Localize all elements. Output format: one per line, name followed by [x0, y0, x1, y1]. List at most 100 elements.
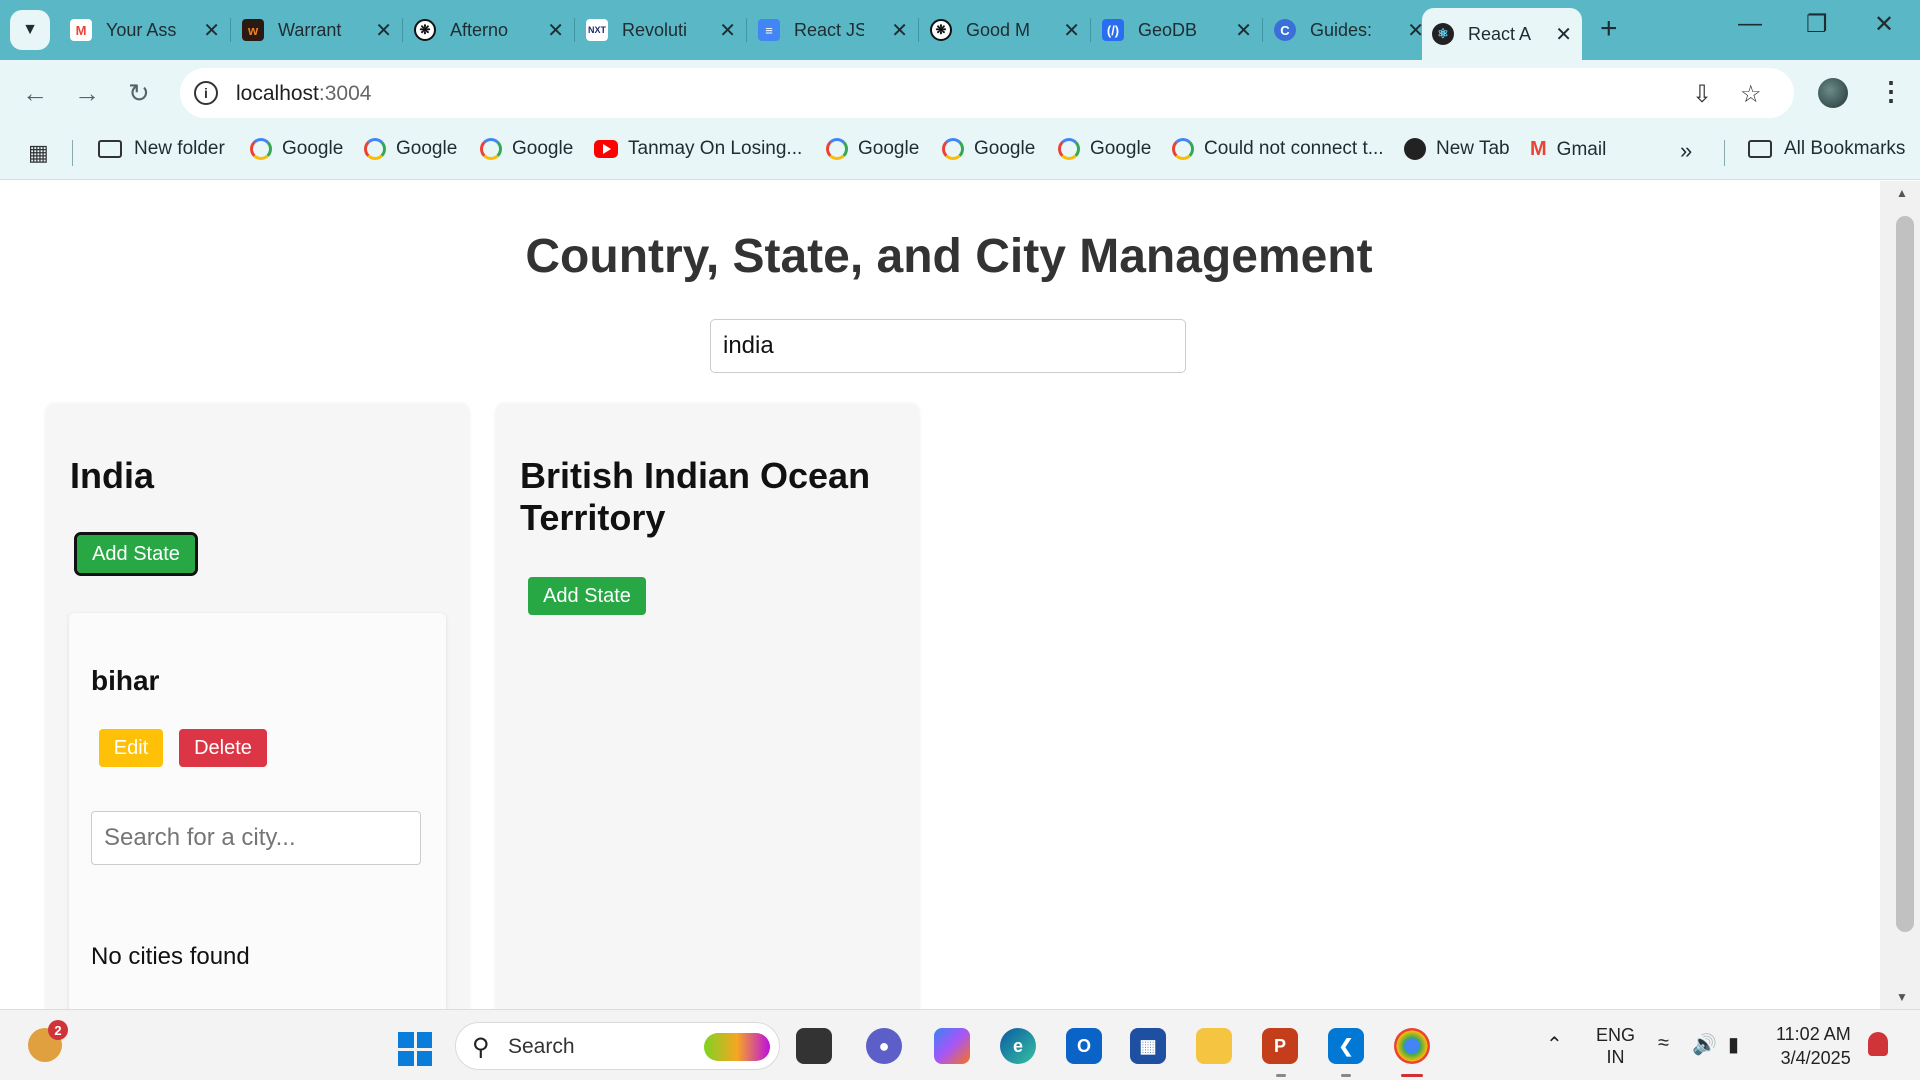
wifi-icon[interactable]: ≈ [1658, 1032, 1669, 1055]
taskbar: 2 ⚲ Search ● e O ▦ P ❮ ⌃ ENG IN ≈ 🔊 ▮ 11… [0, 1009, 1920, 1080]
bookmark-youtube[interactable]: Tanmay On Losing... [594, 138, 802, 160]
bookmark-label: Google [858, 138, 920, 159]
bookmark-label: New folder [134, 138, 225, 159]
close-icon[interactable]: ✕ [375, 18, 392, 43]
close-icon[interactable]: ✕ [891, 18, 908, 43]
bookmark-google[interactable]: Google [1058, 138, 1151, 160]
address-bar[interactable]: i localhost:3004 ⇩ ☆ [180, 68, 1794, 118]
tab-react-app[interactable]: ⚛ React A ✕ [1422, 8, 1582, 60]
windows-start-icon[interactable] [398, 1032, 432, 1066]
menu-dots-icon[interactable]: ⋮ [1878, 76, 1904, 107]
youtube-icon [594, 140, 618, 158]
url-port: :3004 [318, 82, 372, 105]
country-card: British Indian Ocean Territory Add State [496, 403, 919, 1009]
bookmark-label: Google [512, 138, 574, 159]
tab-title: Guides: [1310, 19, 1373, 40]
gmail-icon: M [70, 19, 92, 41]
city-search-input[interactable] [91, 811, 421, 865]
nxtwave-icon: NXT [586, 19, 608, 41]
close-icon[interactable]: ✕ [719, 18, 736, 43]
tab-react-js[interactable]: ≡ React JS ✕ [748, 8, 918, 52]
store-icon[interactable]: ▦ [1130, 1028, 1166, 1064]
battery-icon[interactable]: ▮ [1728, 1032, 1739, 1057]
reload-icon[interactable]: ↻ [128, 78, 150, 109]
add-state-button[interactable]: Add State [74, 532, 198, 576]
tab-title: GeoDB [1138, 19, 1198, 40]
close-icon[interactable]: ✕ [1555, 22, 1572, 47]
tab-title: Your Ass [106, 19, 176, 40]
powerpoint-icon[interactable]: P [1262, 1028, 1298, 1064]
region-code: IN [1606, 1047, 1625, 1067]
tab-title: React JS [794, 19, 864, 40]
bookmark-star-icon[interactable]: ☆ [1740, 80, 1762, 109]
all-bookmarks-button[interactable]: All Bookmarks [1748, 138, 1905, 160]
chrome-icon[interactable] [1394, 1028, 1430, 1064]
bookmarks-bar: ▦ New folder Google Google Google Tanmay… [0, 126, 1920, 180]
vscode-icon[interactable]: ❮ [1328, 1028, 1364, 1064]
file-explorer-icon[interactable] [1196, 1028, 1232, 1064]
edit-state-button[interactable]: Edit [99, 729, 163, 767]
close-icon[interactable]: ✕ [547, 18, 564, 43]
teams-chat-icon[interactable]: ● [866, 1028, 902, 1064]
scroll-down-icon[interactable]: ▼ [1896, 990, 1908, 1004]
tab-revolution[interactable]: NXT Revoluti ✕ [576, 8, 746, 52]
clock[interactable]: 11:02 AM 3/4/2025 [1776, 1022, 1851, 1070]
tab-guides[interactable]: C Guides: ✕ [1264, 8, 1434, 52]
url-text[interactable]: localhost:3004 [236, 82, 371, 106]
minimize-icon[interactable]: — [1738, 10, 1762, 38]
outlook-icon[interactable]: O [1066, 1028, 1102, 1064]
bookmark-google[interactable]: Google [480, 138, 573, 160]
state-card: bihar Edit Delete No cities found [69, 613, 446, 1009]
close-icon[interactable]: ✕ [1235, 18, 1252, 43]
close-icon[interactable]: ✕ [1063, 18, 1080, 43]
bookmark-google[interactable]: Google [364, 138, 457, 160]
forward-icon[interactable]: → [74, 78, 100, 109]
scroll-up-icon[interactable]: ▲ [1896, 186, 1908, 200]
close-icon[interactable]: ✕ [203, 18, 220, 43]
install-app-icon[interactable]: ⇩ [1692, 80, 1712, 109]
taskbar-search[interactable]: ⚲ Search [455, 1022, 780, 1070]
close-window-icon[interactable]: ✕ [1874, 10, 1894, 39]
language-indicator[interactable]: ENG IN [1596, 1024, 1635, 1068]
tab-warranty[interactable]: w Warrant ✕ [232, 8, 402, 52]
tab-chatgpt-good[interactable]: ❋ Good M ✕ [920, 8, 1090, 52]
bookmark-new-tab[interactable]: New Tab [1404, 138, 1510, 160]
bookmark-could-not-connect[interactable]: Could not connect t... [1172, 138, 1384, 160]
tab-search-button[interactable]: ▼ [10, 10, 50, 50]
new-tab-button[interactable]: + [1600, 12, 1618, 46]
tray-overflow-icon[interactable]: ⌃ [1546, 1032, 1563, 1057]
edge-icon[interactable]: e [1000, 1028, 1036, 1064]
bookmark-label: Google [974, 138, 1036, 159]
tab-geodb[interactable]: (/) GeoDB ✕ [1092, 8, 1262, 52]
bookmark-google[interactable]: Google [942, 138, 1035, 160]
notification-bell-icon[interactable] [1868, 1032, 1888, 1056]
task-view-icon[interactable] [796, 1028, 832, 1064]
bookmark-google[interactable]: Google [826, 138, 919, 160]
scrollbar-thumb[interactable] [1896, 216, 1914, 932]
tab-divider [1262, 18, 1263, 42]
copilot-icon[interactable] [934, 1028, 970, 1064]
more-bookmarks-icon[interactable]: » [1680, 138, 1692, 164]
tab-chatgpt-afternoon[interactable]: ❋ Afterno ✕ [404, 8, 574, 52]
tab-divider [230, 18, 231, 42]
clock-time: 11:02 AM [1776, 1024, 1851, 1044]
bookmark-google[interactable]: Google [250, 138, 343, 160]
globe-icon [1404, 138, 1426, 160]
gmail-icon: M [1530, 138, 1547, 160]
tab-gmail[interactable]: M Your Ass ✕ [60, 8, 230, 52]
apps-grid-icon[interactable]: ▦ [28, 140, 49, 166]
empty-cities-message: No cities found [91, 943, 250, 970]
warranty-icon: w [242, 19, 264, 41]
delete-state-button[interactable]: Delete [179, 729, 267, 767]
profile-avatar[interactable] [1818, 78, 1848, 108]
country-name: British Indian Ocean Territory [520, 455, 871, 538]
bookmark-new-folder[interactable]: New folder [98, 138, 225, 160]
country-search-input[interactable] [710, 319, 1186, 373]
back-icon[interactable]: ← [22, 78, 48, 109]
volume-icon[interactable]: 🔊 [1692, 1032, 1717, 1057]
site-info-icon[interactable]: i [194, 81, 218, 105]
restore-icon[interactable]: ❐ [1806, 10, 1828, 39]
google-icon [942, 138, 964, 160]
add-state-button[interactable]: Add State [528, 577, 646, 615]
bookmark-gmail[interactable]: M Gmail [1530, 138, 1606, 161]
